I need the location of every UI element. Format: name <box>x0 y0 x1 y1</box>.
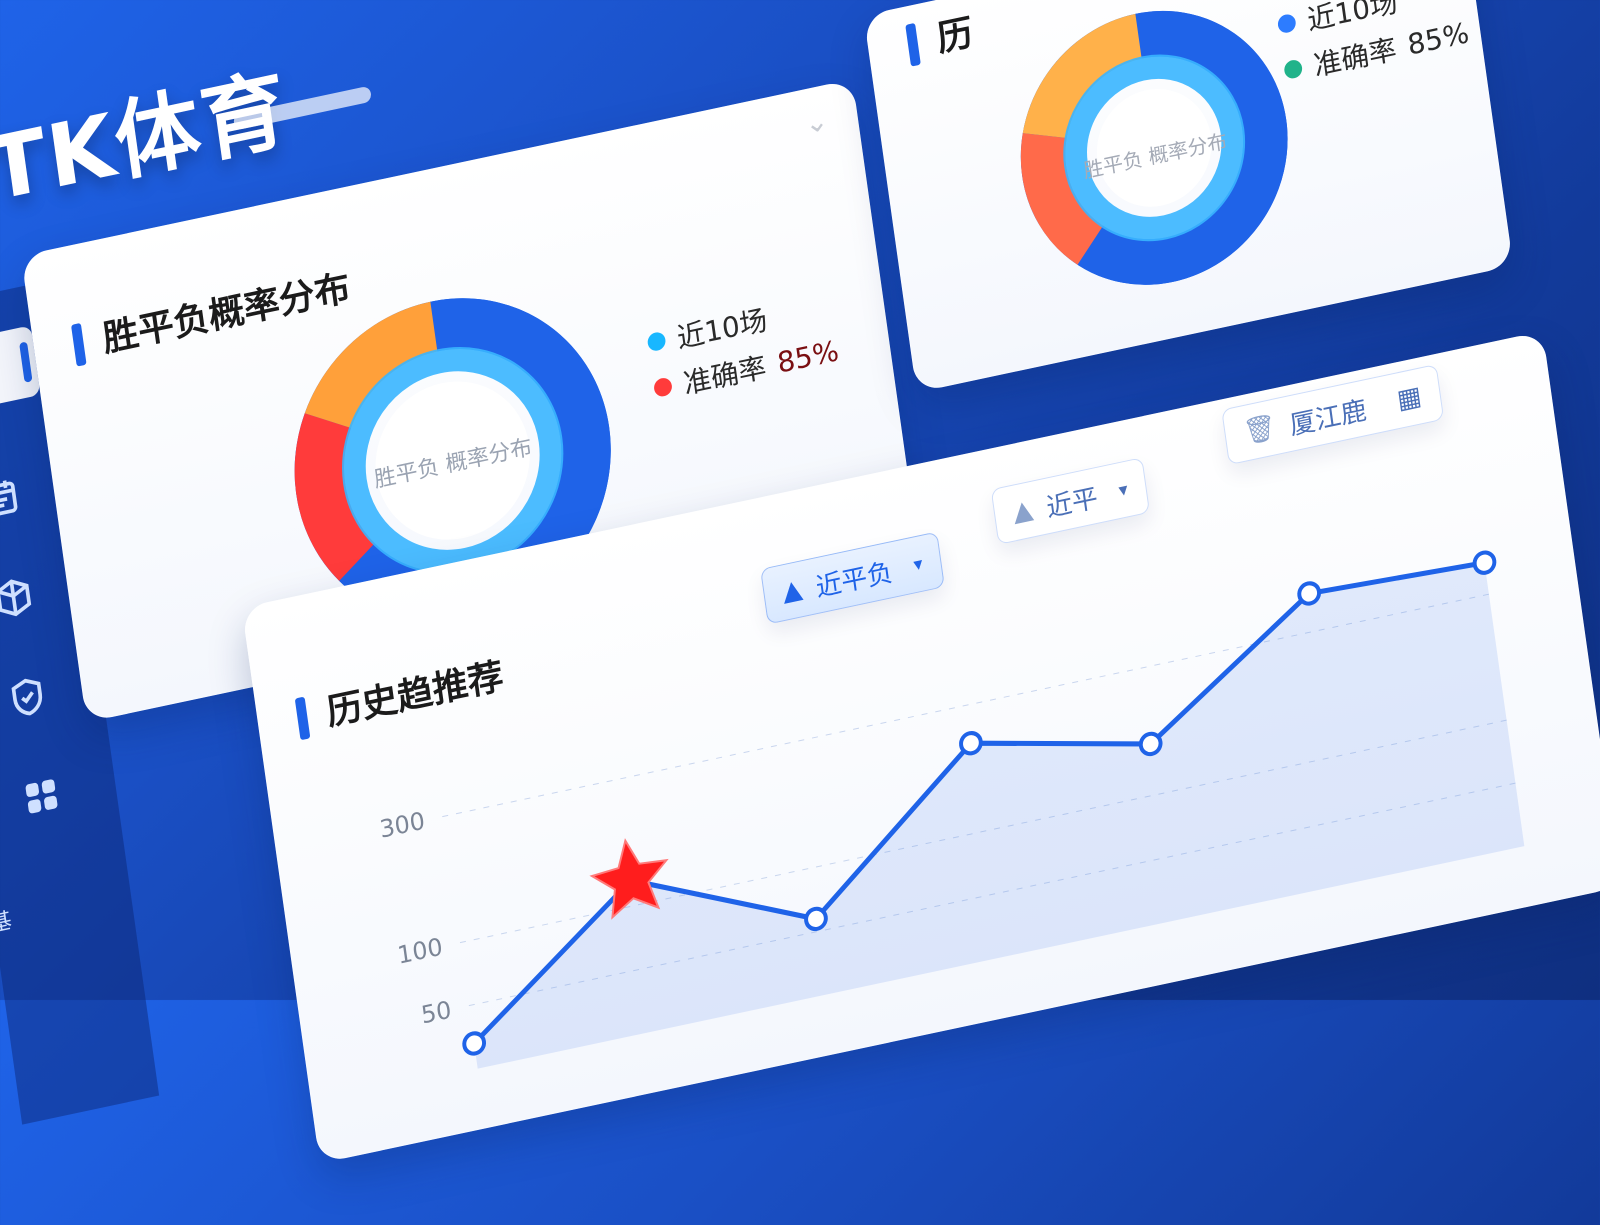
trend-area <box>474 562 1525 1069</box>
calendar-icon: ▦ <box>1395 380 1424 416</box>
app-title: TK体育 <box>0 38 373 226</box>
y-tick-label: 100 <box>396 933 445 970</box>
history-donut: 胜平负 概率分布 <box>1020 10 1288 285</box>
trend-point <box>804 906 828 932</box>
chip-label: 近平 <box>1044 482 1100 524</box>
triangle-icon: ▲ <box>1011 494 1035 529</box>
legend-value: 85% <box>775 333 841 380</box>
calendar-icon <box>0 472 25 529</box>
filter-chip-secondary[interactable]: ▲ 近平 ▾ <box>990 457 1151 545</box>
panel-title-mark <box>294 696 311 741</box>
caret-down-icon: ▾ <box>912 552 924 576</box>
panel-title-mark <box>905 22 921 67</box>
shield-icon <box>3 671 53 728</box>
history-legend: 近10场 准确率 85% <box>1274 0 1472 97</box>
legend-dot <box>1276 12 1297 35</box>
app-title-text: TK体育 <box>0 58 295 222</box>
triangle-icon: ▲ <box>780 573 805 608</box>
trend-point <box>959 731 983 756</box>
sidebar-item-box[interactable] <box>0 554 73 646</box>
trend-point <box>462 1031 487 1056</box>
y-tick-label: 50 <box>419 996 453 1030</box>
trend-chart: 50 100 300 <box>378 550 1525 1069</box>
legend-dot <box>652 376 674 399</box>
panel-title: 历 <box>934 12 976 61</box>
probability-legend: 近10场 准确率 85% <box>644 278 842 414</box>
grid-icon <box>17 770 67 827</box>
chevron-down-icon[interactable]: ⌄ <box>803 103 831 141</box>
stage: TK体育 基 胜平负概率分布 胜平负 概率分布 近10场 准确率 85% ⌄ 历… <box>0 0 1600 1164</box>
chip-label: 厦江鹿 <box>1287 395 1369 442</box>
caret-down-icon: ▾ <box>1117 478 1130 502</box>
sidebar-bottom-label: 基 <box>0 908 14 938</box>
trash-icon: 🗑 <box>1241 411 1279 449</box>
legend-label: 准确率 <box>681 350 769 401</box>
trend-point <box>1138 731 1163 757</box>
trend-point <box>1472 550 1497 575</box>
panel-title-mark <box>70 322 87 367</box>
box-icon <box>0 571 39 628</box>
triangle-icon <box>0 343 7 400</box>
y-tick-label: 300 <box>378 807 427 844</box>
history-mini-panel: 历 胜平负 概率分布 近10场 准确率 85% <box>863 0 1514 393</box>
sidebar-item-grid[interactable] <box>0 752 100 844</box>
legend-dot <box>1283 58 1304 81</box>
legend-label: 准确率 <box>1311 32 1399 83</box>
legend-value: 85% <box>1405 15 1471 62</box>
legend-dot <box>646 330 667 353</box>
sidebar-item-shield[interactable] <box>0 653 87 745</box>
filter-chip-tertiary[interactable]: 🗑 厦江鹿 ▦ <box>1221 364 1444 466</box>
trend-point <box>1297 581 1322 606</box>
chip-label: 近平负 <box>814 557 895 604</box>
